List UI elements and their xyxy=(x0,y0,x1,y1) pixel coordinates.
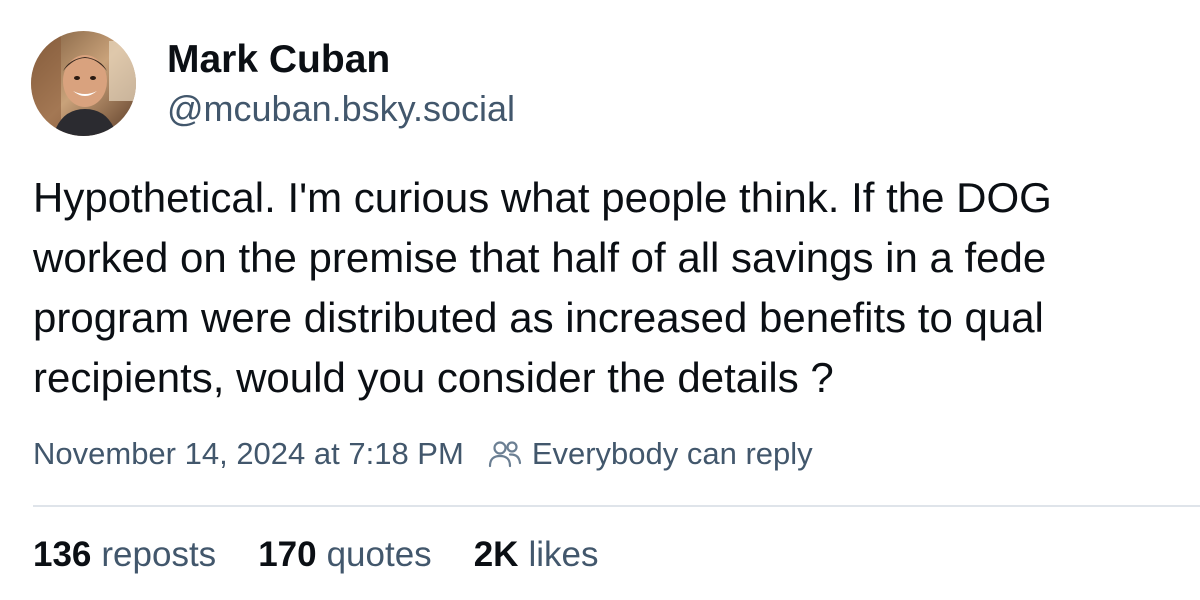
quotes-count: 170 xyxy=(258,535,317,574)
people-icon xyxy=(488,439,522,469)
quotes-stat[interactable]: 170 quotes xyxy=(258,535,432,575)
quotes-label: quotes xyxy=(326,535,432,574)
reposts-count: 136 xyxy=(33,535,92,574)
reposts-label: reposts xyxy=(101,535,217,574)
post-text-line: Hypothetical. I'm curious what people th… xyxy=(33,174,1052,221)
likes-count: 2K xyxy=(473,535,519,574)
reposts-stat[interactable]: 136 reposts xyxy=(33,535,216,575)
avatar-photo xyxy=(31,31,136,136)
post-text-line: worked on the premise that half of all s… xyxy=(33,234,1047,281)
post-stats: 136 reposts 170 quotes 2K likes xyxy=(33,532,640,578)
post-meta: November 14, 2024 at 7:18 PM Everybody c… xyxy=(33,434,813,474)
author-handle[interactable]: @mcuban.bsky.social xyxy=(167,88,515,130)
author-name[interactable]: Mark Cuban xyxy=(167,38,390,82)
reply-setting[interactable]: Everybody can reply xyxy=(532,436,813,472)
likes-stat[interactable]: 2K likes xyxy=(474,535,599,575)
divider xyxy=(33,505,1200,507)
likes-label: likes xyxy=(528,535,599,574)
author-avatar[interactable] xyxy=(31,31,136,136)
post-text: Hypothetical. I'm curious what people th… xyxy=(33,168,1200,408)
post-text-line: recipients, would you consider the detai… xyxy=(33,354,834,401)
post-timestamp[interactable]: November 14, 2024 at 7:18 PM xyxy=(33,436,464,472)
post-text-line: program were distributed as increased be… xyxy=(33,294,1044,341)
